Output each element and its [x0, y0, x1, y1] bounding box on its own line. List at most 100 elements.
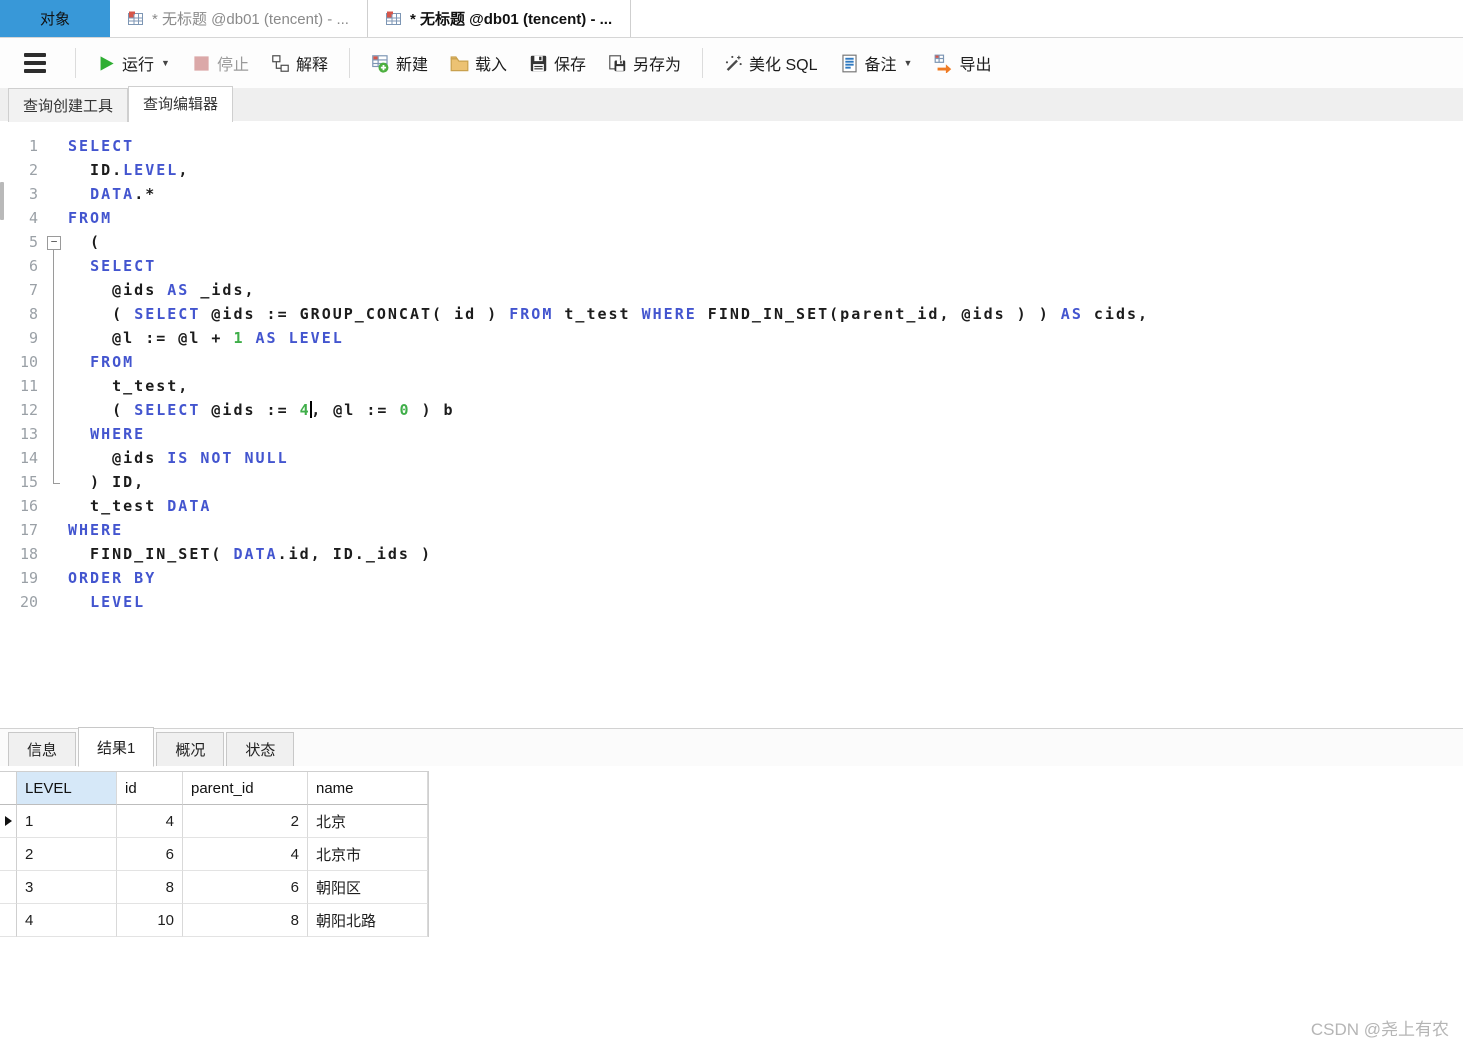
fold-collapse-icon[interactable]: [44, 230, 64, 254]
chevron-down-icon: ▼: [903, 58, 913, 68]
result-cell[interactable]: 4: [117, 805, 183, 838]
code-line[interactable]: 3 DATA.*: [0, 182, 1463, 206]
tab-query-editor[interactable]: 查询编辑器: [128, 86, 234, 122]
line-number: 6: [28, 257, 38, 275]
code-line[interactable]: 9 @l := @l + 1 AS LEVEL: [0, 326, 1463, 350]
document-tabbar: 对象 * 无标题 @db01 (tencent) - ... * 无标题 @db…: [0, 0, 1463, 38]
code-line[interactable]: 11 t_test,: [0, 374, 1463, 398]
result-cell[interactable]: 8: [117, 871, 183, 904]
code-line[interactable]: 8 ( SELECT @ids := GROUP_CONCAT( id ) FR…: [0, 302, 1463, 326]
code-line[interactable]: 13 WHERE: [0, 422, 1463, 446]
explain-button[interactable]: 解释: [261, 44, 338, 82]
line-number: 2: [28, 161, 38, 179]
menu-icon[interactable]: [14, 45, 56, 81]
tab-objects[interactable]: 对象: [0, 0, 110, 37]
stop-button[interactable]: 停止: [182, 44, 259, 82]
column-header[interactable]: LEVEL: [17, 772, 117, 805]
code-line[interactable]: 4 FROM: [0, 206, 1463, 230]
column-header[interactable]: parent_id: [183, 772, 308, 805]
code-line[interactable]: 15 ) ID,: [0, 470, 1463, 494]
tab-result-1[interactable]: 结果1: [78, 727, 155, 767]
code-line[interactable]: 16 t_test DATA: [0, 494, 1463, 518]
tab-profile[interactable]: 概况: [156, 732, 225, 766]
result-cell[interactable]: 朝阳区: [308, 871, 428, 904]
fold-gutter: [44, 542, 64, 566]
fold-gutter: [44, 470, 64, 494]
save-icon: [529, 54, 548, 73]
result-cell[interactable]: 朝阳北路: [308, 904, 428, 937]
table-row[interactable]: 1 4 2 北京: [0, 805, 428, 838]
splitter-handle[interactable]: [0, 182, 4, 220]
row-selector[interactable]: [0, 838, 17, 871]
run-button[interactable]: 运行 ▼: [87, 44, 180, 82]
code-text: SELECT: [90, 257, 157, 275]
explain-icon: [271, 54, 290, 73]
fold-gutter: [44, 446, 64, 470]
toolbar-separator: [702, 48, 704, 78]
new-query-button[interactable]: 新建: [361, 44, 438, 82]
code-text: SELECT: [68, 137, 135, 155]
save-button[interactable]: 保存: [519, 44, 596, 82]
fold-gutter: [44, 206, 64, 230]
result-cell[interactable]: 3: [17, 871, 117, 904]
sql-editor[interactable]: 1SELECT2 ID.LEVEL,3 DATA.*4FROM5 (6 SELE…: [0, 122, 1463, 728]
line-number: 9: [28, 329, 38, 347]
code-line[interactable]: 5 (: [0, 230, 1463, 254]
line-number: 16: [19, 497, 38, 515]
beautify-sql-button[interactable]: 美化 SQL: [714, 44, 827, 82]
export-button[interactable]: 导出: [924, 44, 1001, 82]
result-cell[interactable]: 4: [17, 904, 117, 937]
code-text: ) ID,: [68, 473, 146, 491]
row-selector[interactable]: [0, 904, 17, 937]
code-text: t_test,: [68, 377, 190, 395]
fold-gutter: [44, 398, 64, 422]
tab-message[interactable]: 信息: [8, 732, 77, 766]
result-cell[interactable]: 10: [117, 904, 183, 937]
code-line[interactable]: 20 LEVEL: [0, 590, 1463, 614]
magic-wand-icon: [724, 54, 743, 73]
code-line[interactable]: 12 ( SELECT @ids := 4, @l := 0 ) b: [0, 398, 1463, 422]
code-text: LEVEL: [90, 593, 146, 611]
result-cell[interactable]: 北京市: [308, 838, 428, 871]
table-row[interactable]: 3 8 6 朝阳区: [0, 871, 428, 904]
code-line[interactable]: 14 @ids IS NOT NULL: [0, 446, 1463, 470]
code-line[interactable]: 17 WHERE: [0, 518, 1463, 542]
tab-query-builder[interactable]: 查询创建工具: [8, 88, 129, 122]
code-text: ( SELECT @ids := GROUP_CONCAT( id ) FROM…: [68, 305, 1150, 323]
load-button[interactable]: 载入: [440, 44, 517, 82]
result-cell[interactable]: 8: [183, 904, 308, 937]
tab-query-1[interactable]: * 无标题 @db01 (tencent) - ...: [110, 0, 368, 37]
fold-gutter: [44, 326, 64, 350]
result-cell[interactable]: 1: [17, 805, 117, 838]
column-header[interactable]: name: [308, 772, 428, 805]
code-line[interactable]: 6 SELECT: [0, 254, 1463, 278]
table-row[interactable]: 4 10 8 朝阳北路: [0, 904, 428, 937]
code-line[interactable]: 1 SELECT: [0, 134, 1463, 158]
result-cell[interactable]: 6: [117, 838, 183, 871]
result-pane: 信息 结果1 概况 状态 LEVEL id parent_id name 1 4 2 北京 2 6…: [0, 727, 1463, 1046]
code-area[interactable]: 1SELECT2 ID.LEVEL,3 DATA.*4FROM5 (6 SELE…: [0, 134, 1463, 614]
code-line[interactable]: 18 FIND_IN_SET( DATA.id, ID._ids ): [0, 542, 1463, 566]
code-line[interactable]: 7 @ids AS _ids,: [0, 278, 1463, 302]
code-line[interactable]: 19 ORDER BY: [0, 566, 1463, 590]
code-line[interactable]: 2 ID.LEVEL,: [0, 158, 1463, 182]
row-selector[interactable]: [0, 805, 17, 838]
row-selector[interactable]: [0, 871, 17, 904]
tab-status[interactable]: 状态: [226, 732, 295, 766]
query-table-icon: [385, 11, 403, 26]
column-header[interactable]: id: [117, 772, 183, 805]
code-line[interactable]: 10 FROM: [0, 350, 1463, 374]
result-cell[interactable]: 2: [17, 838, 117, 871]
table-row[interactable]: 2 6 4 北京市: [0, 838, 428, 871]
line-number: 3: [28, 185, 38, 203]
result-grid[interactable]: LEVEL id parent_id name 1 4 2 北京 2 6 4 北京市 3 8 6 朝阳区 4 10…: [0, 771, 429, 937]
result-cell[interactable]: 北京: [308, 805, 428, 838]
save-as-button[interactable]: 另存为: [598, 44, 691, 82]
result-cell[interactable]: 2: [183, 805, 308, 838]
fold-gutter: [44, 302, 64, 326]
comment-button[interactable]: 备注 ▼: [830, 44, 923, 82]
tab-query-2[interactable]: * 无标题 @db01 (tencent) - ...: [368, 0, 632, 37]
code-text: @ids AS _ids,: [68, 281, 256, 299]
result-cell[interactable]: 4: [183, 838, 308, 871]
result-cell[interactable]: 6: [183, 871, 308, 904]
